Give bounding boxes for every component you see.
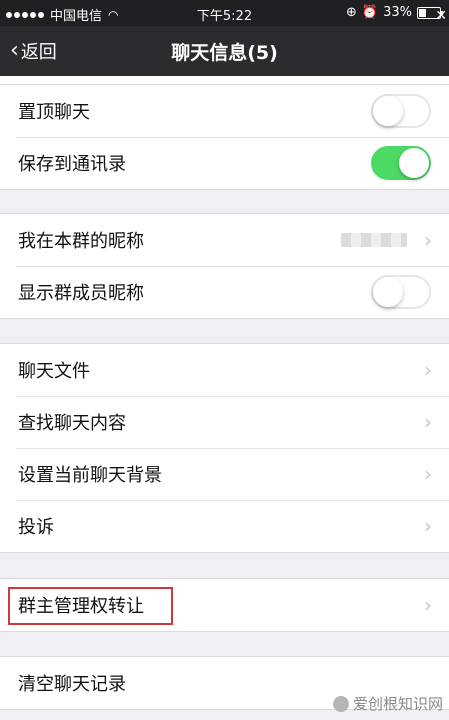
settings-group-owner: 群主管理权转让 › (0, 578, 449, 632)
transfer-ownership-row[interactable]: 群主管理权转让 › (0, 579, 449, 631)
toggle-knob (399, 148, 429, 178)
battery-percent: 33% (383, 5, 412, 20)
chevron-right-icon: › (424, 228, 432, 252)
pin-chat-toggle[interactable] (371, 94, 431, 128)
watermark-logo-icon (332, 695, 349, 712)
chat-files-label: 聊天文件 (18, 361, 90, 382)
chevron-right-icon: › (424, 410, 432, 434)
my-group-nickname-row[interactable]: 我在本群的昵称 › (0, 214, 449, 266)
show-member-nickname-toggle[interactable] (371, 275, 431, 309)
chevron-right-icon: › (424, 514, 432, 538)
report-label: 投诉 (18, 517, 54, 538)
rotation-lock-icon: ⊕ (346, 5, 357, 20)
page-title: 聊天信息(5) (171, 42, 278, 64)
chevron-right-icon: › (424, 462, 432, 486)
save-to-contacts-toggle[interactable] (371, 146, 431, 180)
settings-group-top: 置顶聊天 保存到通讯录 (0, 84, 449, 190)
search-chat-label: 查找聊天内容 (18, 413, 126, 434)
show-member-nickname-label: 显示群成员昵称 (18, 283, 144, 304)
chat-background-label: 设置当前聊天背景 (18, 465, 162, 486)
settings-group-nickname: 我在本群的昵称 › 显示群成员昵称 (0, 213, 449, 319)
pin-chat-row: 置顶聊天 (0, 85, 449, 137)
status-bar: 中国电信 ◠ 下午5:22 ⊕ ⏰ 33% ✕ (0, 0, 449, 26)
chat-background-row[interactable]: 设置当前聊天背景 › (0, 448, 449, 500)
transfer-ownership-label: 群主管理权转让 (18, 596, 144, 617)
report-row[interactable]: 投诉 › (0, 500, 449, 552)
my-group-nickname-label: 我在本群的昵称 (18, 231, 144, 252)
nav-bar: ‹ 返回 聊天信息(5) (0, 26, 449, 76)
watermark-text: 爱创根知识网 (352, 695, 443, 713)
clear-chat-label: 清空聊天记录 (18, 674, 126, 695)
settings-group-chat: 聊天文件 › 查找聊天内容 › 设置当前聊天背景 › 投诉 › (0, 343, 449, 553)
blurred-nickname (341, 233, 407, 247)
watermark: 爱创根知识网 (332, 693, 443, 714)
chevron-right-icon: › (424, 593, 432, 617)
show-member-nickname-row: 显示群成员昵称 (0, 266, 449, 318)
alarm-icon: ⏰ (361, 5, 379, 20)
save-to-contacts-row: 保存到通讯录 (0, 137, 449, 189)
chat-files-row[interactable]: 聊天文件 › (0, 344, 449, 396)
chevron-right-icon: › (424, 358, 432, 382)
pin-chat-label: 置顶聊天 (18, 102, 90, 123)
search-chat-row[interactable]: 查找聊天内容 › (0, 396, 449, 448)
save-to-contacts-label: 保存到通讯录 (18, 154, 126, 175)
toggle-knob (373, 277, 403, 307)
status-bar-right: ⊕ ⏰ 33% (346, 5, 443, 20)
close-icon[interactable]: ✕ (435, 8, 447, 24)
toggle-knob (373, 96, 403, 126)
